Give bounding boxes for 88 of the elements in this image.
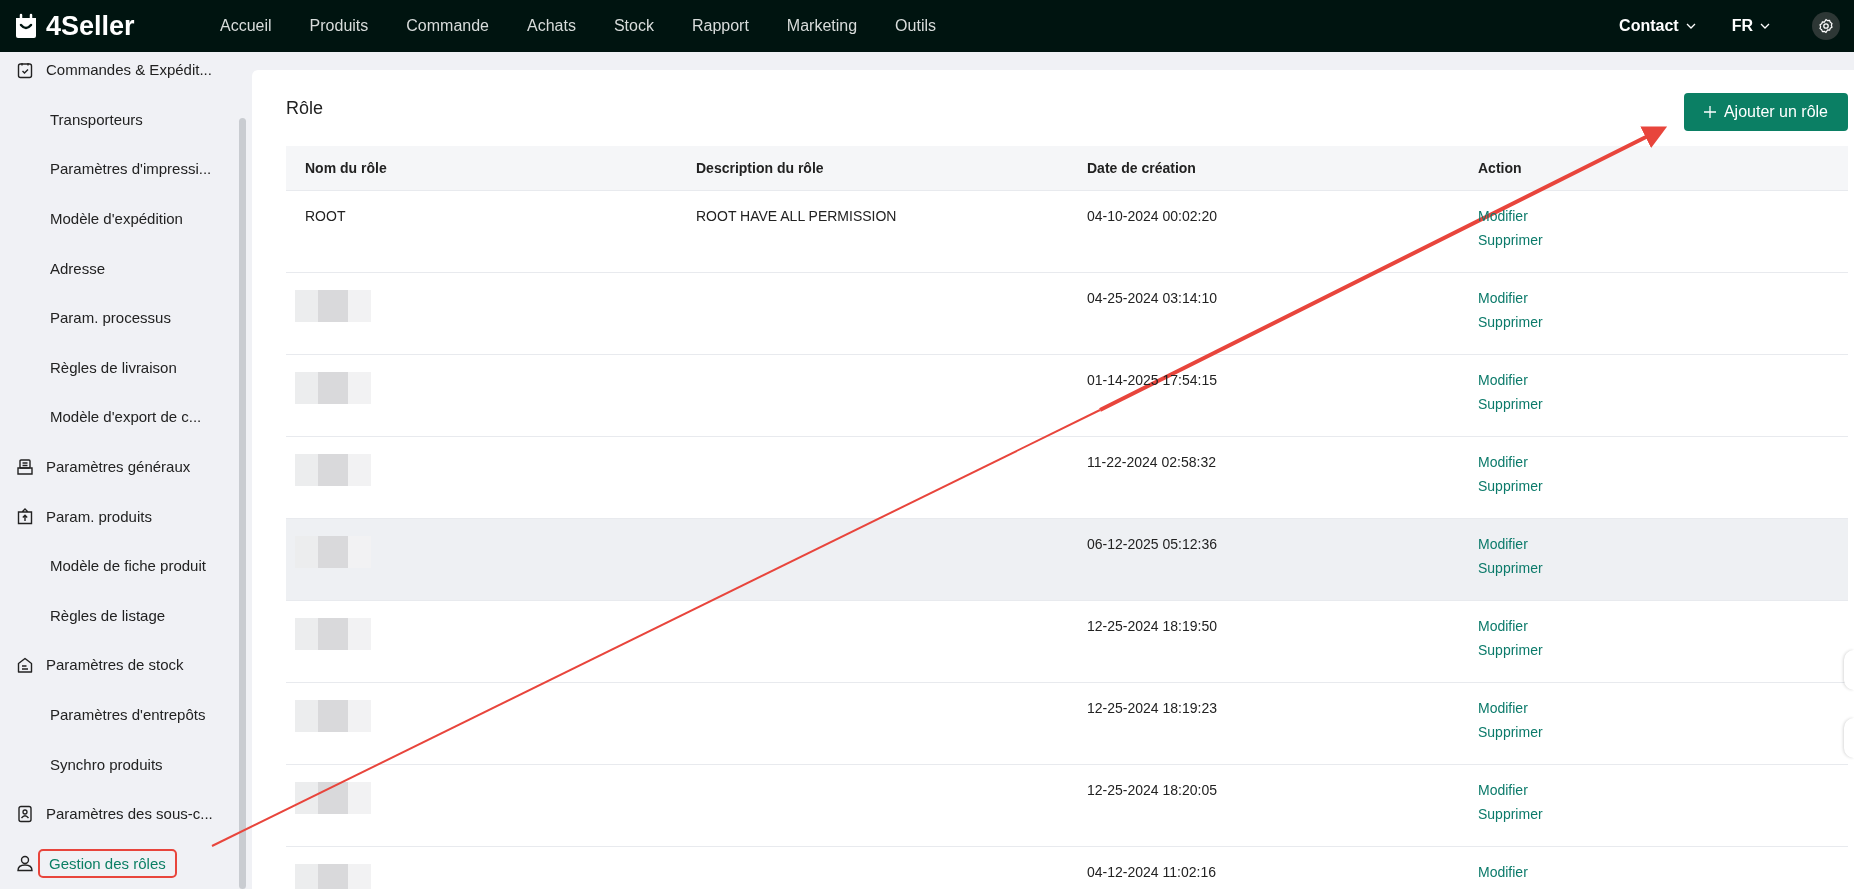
sidebar-group-item[interactable]: Param. produits (0, 491, 239, 541)
sidebar-item[interactable]: Paramètres d'impressi... (0, 144, 239, 194)
sidebar-group-item[interactable]: Paramètres généraux (0, 441, 239, 492)
table-row[interactable]: 06-12-2025 05:12:36 Modifier Supprimer (286, 519, 1848, 601)
table-row[interactable]: 12-25-2024 18:20:05 Modifier Supprimer (286, 765, 1848, 847)
chevron-down-icon (1760, 23, 1770, 29)
action-link[interactable]: Supprimer (1478, 642, 1543, 658)
table-row[interactable]: 12-25-2024 18:19:50 Modifier Supprimer (286, 601, 1848, 683)
action-link[interactable]: Modifier (1478, 864, 1528, 880)
column-header: Description du rôle (695, 160, 825, 176)
nav-menu-item[interactable]: Produits (309, 17, 369, 35)
action-link[interactable]: Modifier (1478, 372, 1528, 388)
nav-menu-item[interactable]: Rapport (691, 17, 749, 35)
sidebar-item[interactable]: Paramètres d'entrepôts (0, 689, 239, 740)
action-link[interactable]: Supprimer (1478, 314, 1543, 330)
action-link[interactable]: Supprimer (1478, 478, 1543, 494)
action-link[interactable]: Supprimer (1478, 396, 1543, 412)
floating-button[interactable] (1844, 718, 1854, 758)
table-row[interactable]: 04-25-2024 03:14:10 Modifier Supprimer (286, 273, 1848, 355)
house-icon (16, 655, 34, 674)
sidebar-item[interactable]: Règles de listage (0, 590, 239, 641)
table-cell: 12-25-2024 18:20:05 (1087, 782, 1217, 798)
add-role-button[interactable]: Ajouter un rôle (1683, 93, 1848, 131)
column-header: Action (1477, 160, 1523, 176)
sidebar-item[interactable]: Modèle de fiche produit (0, 540, 239, 591)
table-cell: 04-25-2024 03:14:10 (1087, 290, 1217, 306)
sidebar-label: Paramètres généraux (46, 457, 191, 478)
sidebar-label: Param. produits (46, 506, 152, 527)
table-cell: 06-12-2025 05:12:36 (1087, 536, 1217, 552)
sidebar-item[interactable]: Adresse (0, 243, 239, 293)
sidebar-group-item[interactable]: Paramètres de stock (0, 640, 239, 690)
action-link[interactable]: Supprimer (1478, 724, 1543, 740)
logo-text[interactable]: 4Seller (46, 10, 135, 42)
table-row[interactable]: 04-12-2024 11:02:16 Modifier (286, 847, 1848, 889)
nav-menu-item[interactable]: Commande (406, 17, 489, 35)
table-cell: ROOT (305, 208, 346, 224)
column-header: Nom du rôle (304, 160, 388, 176)
table-row[interactable]: 01-14-2025 17:54:15 Modifier Supprimer (286, 355, 1848, 437)
clipboard-check-icon (16, 60, 34, 79)
sidebar-group-item[interactable]: Commandes & Expédit... (0, 45, 239, 95)
language-dropdown[interactable]: FR (1731, 17, 1770, 35)
box-upload-icon (16, 507, 34, 526)
table-cell: 12-25-2024 18:19:50 (1087, 618, 1217, 634)
action-link[interactable]: Modifier (1478, 618, 1528, 634)
contact-dropdown[interactable]: Contact (1619, 17, 1696, 35)
action-link[interactable]: Modifier (1478, 700, 1528, 716)
action-link[interactable]: Modifier (1478, 290, 1528, 306)
table-cell: 04-10-2024 00:02:20 (1087, 208, 1217, 224)
table-cell: 04-12-2024 11:02:16 (1087, 864, 1216, 880)
user-icon (16, 854, 34, 873)
sidebar-item[interactable]: Transporteurs (0, 94, 239, 145)
chevron-down-icon (1685, 23, 1696, 29)
settings-icon (1818, 18, 1834, 34)
nav-menu-item[interactable]: Outils (895, 17, 936, 35)
printer-icon (16, 457, 34, 476)
action-link[interactable]: Modifier (1478, 782, 1528, 798)
table-cell: 01-14-2025 17:54:15 (1087, 372, 1217, 388)
floating-button[interactable] (1844, 650, 1854, 690)
nav-menu-item[interactable]: Stock (613, 17, 654, 35)
sidebar-item[interactable]: Param. processus (0, 292, 239, 343)
action-link[interactable]: Supprimer (1478, 560, 1543, 576)
sidebar-item[interactable]: Synchro produits (0, 739, 239, 789)
settings-button[interactable] (1812, 12, 1840, 40)
action-link[interactable]: Modifier (1478, 454, 1528, 470)
nav-menu-item[interactable]: Marketing (786, 17, 858, 35)
column-header: Date de création (1086, 160, 1197, 176)
table-cell: 12-25-2024 18:19:23 (1087, 700, 1217, 716)
sidebar-item[interactable]: Modèle d'export de c... (0, 392, 239, 442)
plus-icon (1703, 106, 1716, 118)
sidebar-label: Commandes & Expédit... (46, 60, 212, 81)
scrollbar[interactable] (239, 118, 246, 889)
action-link[interactable]: Supprimer (1478, 806, 1543, 822)
id-badge-icon (16, 804, 34, 823)
action-link[interactable]: Modifier (1478, 536, 1528, 552)
sidebar-group-item[interactable]: Paramètres des sous-c... (0, 788, 239, 839)
nav-menu-item[interactable]: Achats (527, 17, 576, 35)
action-link[interactable]: Supprimer (1478, 232, 1543, 248)
sidebar-item[interactable]: Règles de livraison (0, 342, 239, 393)
table-row[interactable]: 12-25-2024 18:19:23 Modifier Supprimer (286, 683, 1848, 765)
sidebar-label: Gestion des rôles (40, 850, 175, 876)
page-title: Rôle (286, 97, 324, 119)
sidebar-group-item[interactable]: Gestion des rôles (0, 838, 239, 889)
sidebar-label: Paramètres de stock (46, 655, 184, 676)
nav-menu-item[interactable]: Accueil (220, 17, 272, 35)
sidebar-label: Paramètres des sous-c... (46, 804, 213, 825)
table-cell: ROOT HAVE ALL PERMISSION (696, 208, 897, 224)
table-cell: 11-22-2024 02:58:32 (1087, 454, 1216, 470)
sidebar-item[interactable]: Modèle d'expédition (0, 193, 239, 244)
